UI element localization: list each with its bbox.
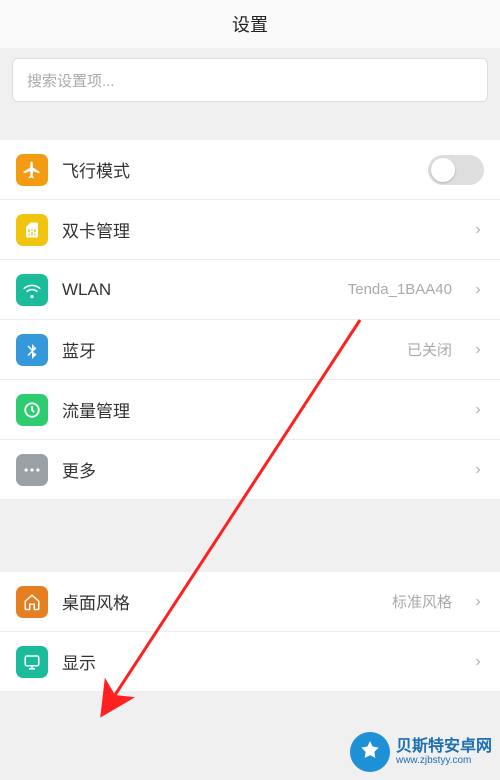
row-label: 飞行模式 — [62, 157, 414, 182]
row-airplane-mode[interactable]: 飞行模式 — [0, 140, 500, 200]
chevron-right-icon — [472, 224, 484, 236]
more-icon — [16, 454, 48, 486]
watermark-url: www.zjbstyy.com — [396, 755, 492, 766]
display-icon — [16, 646, 48, 678]
watermark-icon — [350, 732, 390, 772]
airplane-toggle[interactable] — [428, 155, 484, 185]
row-label: 流量管理 — [62, 397, 458, 422]
home-icon — [16, 586, 48, 618]
row-dual-sim[interactable]: 双卡管理 — [0, 200, 500, 260]
page-title: 设置 — [0, 0, 500, 48]
chevron-right-icon — [472, 464, 484, 476]
watermark: 贝斯特安卓网 www.zjbstyy.com — [350, 732, 492, 772]
row-label: 双卡管理 — [62, 217, 458, 242]
row-traffic[interactable]: 流量管理 — [0, 380, 500, 440]
row-desktop-style[interactable]: 桌面风格 标准风格 — [0, 572, 500, 632]
search-container: 搜索设置项... — [0, 48, 500, 112]
row-label: 显示 — [62, 649, 458, 674]
row-label: 更多 — [62, 457, 458, 482]
row-value: 标准风格 — [392, 591, 452, 612]
watermark-title: 贝斯特安卓网 — [396, 738, 492, 756]
search-input[interactable]: 搜索设置项... — [12, 58, 488, 102]
chevron-right-icon — [472, 596, 484, 608]
row-value: Tenda_1BAA40 — [348, 281, 452, 298]
chevron-right-icon — [472, 404, 484, 416]
row-label: 桌面风格 — [62, 589, 378, 614]
row-label: WLAN — [62, 280, 334, 300]
sim-icon — [16, 214, 48, 246]
wifi-icon — [16, 274, 48, 306]
row-label: 蓝牙 — [62, 337, 393, 362]
row-bluetooth[interactable]: 蓝牙 已关闭 — [0, 320, 500, 380]
traffic-icon — [16, 394, 48, 426]
row-more[interactable]: 更多 — [0, 440, 500, 500]
chevron-right-icon — [472, 284, 484, 296]
airplane-icon — [16, 154, 48, 186]
bluetooth-icon — [16, 334, 48, 366]
row-value: 已关闭 — [407, 339, 452, 360]
chevron-right-icon — [472, 344, 484, 356]
row-wlan[interactable]: WLAN Tenda_1BAA40 — [0, 260, 500, 320]
chevron-right-icon — [472, 656, 484, 668]
row-display[interactable]: 显示 — [0, 632, 500, 692]
